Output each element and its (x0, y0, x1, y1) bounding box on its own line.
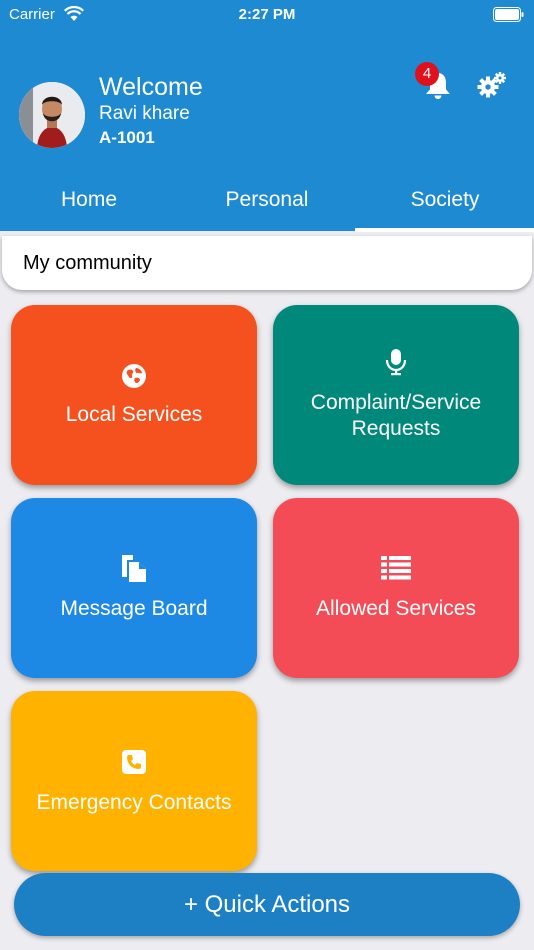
tile-label: Complaint/Service Requests (310, 391, 482, 440)
list-icon (381, 556, 411, 580)
user-name: Ravi khare (99, 103, 190, 124)
notification-badge: 4 (415, 62, 439, 86)
tile-label: Local Services (65, 403, 203, 426)
tab-personal[interactable]: Personal (178, 168, 356, 231)
settings-icon[interactable] (476, 70, 508, 100)
local-services-tile[interactable]: Local Services (11, 305, 257, 485)
phone-icon (122, 750, 146, 774)
allowed-services-tile[interactable]: Allowed Services (273, 498, 519, 678)
tab-society[interactable]: Society (356, 168, 534, 231)
globe-icon (122, 364, 146, 388)
tile-label: Message Board (60, 597, 208, 620)
active-tab-indicator (355, 228, 534, 232)
status-bar: Carrier 2:27 PM (0, 0, 534, 30)
emergency-contacts-tile[interactable]: Emergency Contacts (11, 691, 257, 871)
tile-label: Allowed Services (316, 597, 476, 620)
complaint-requests-tile[interactable]: Complaint/Service Requests (273, 305, 519, 485)
tab-home[interactable]: Home (0, 168, 178, 231)
welcome-heading: Welcome (99, 73, 203, 101)
microphone-icon (385, 349, 407, 376)
section-title: My community (23, 252, 152, 274)
avatar[interactable] (19, 82, 85, 148)
status-time: 2:27 PM (238, 6, 296, 23)
tab-bar: Home Personal Society (0, 168, 534, 231)
flat-number: A-1001 (99, 128, 155, 147)
battery-icon (493, 7, 524, 22)
quick-actions-button[interactable]: + Quick Actions (14, 873, 520, 936)
tile-label: Emergency Contacts (36, 791, 232, 814)
documents-icon (122, 555, 146, 582)
section-header: My community (2, 236, 532, 290)
message-board-tile[interactable]: Message Board (11, 498, 257, 678)
